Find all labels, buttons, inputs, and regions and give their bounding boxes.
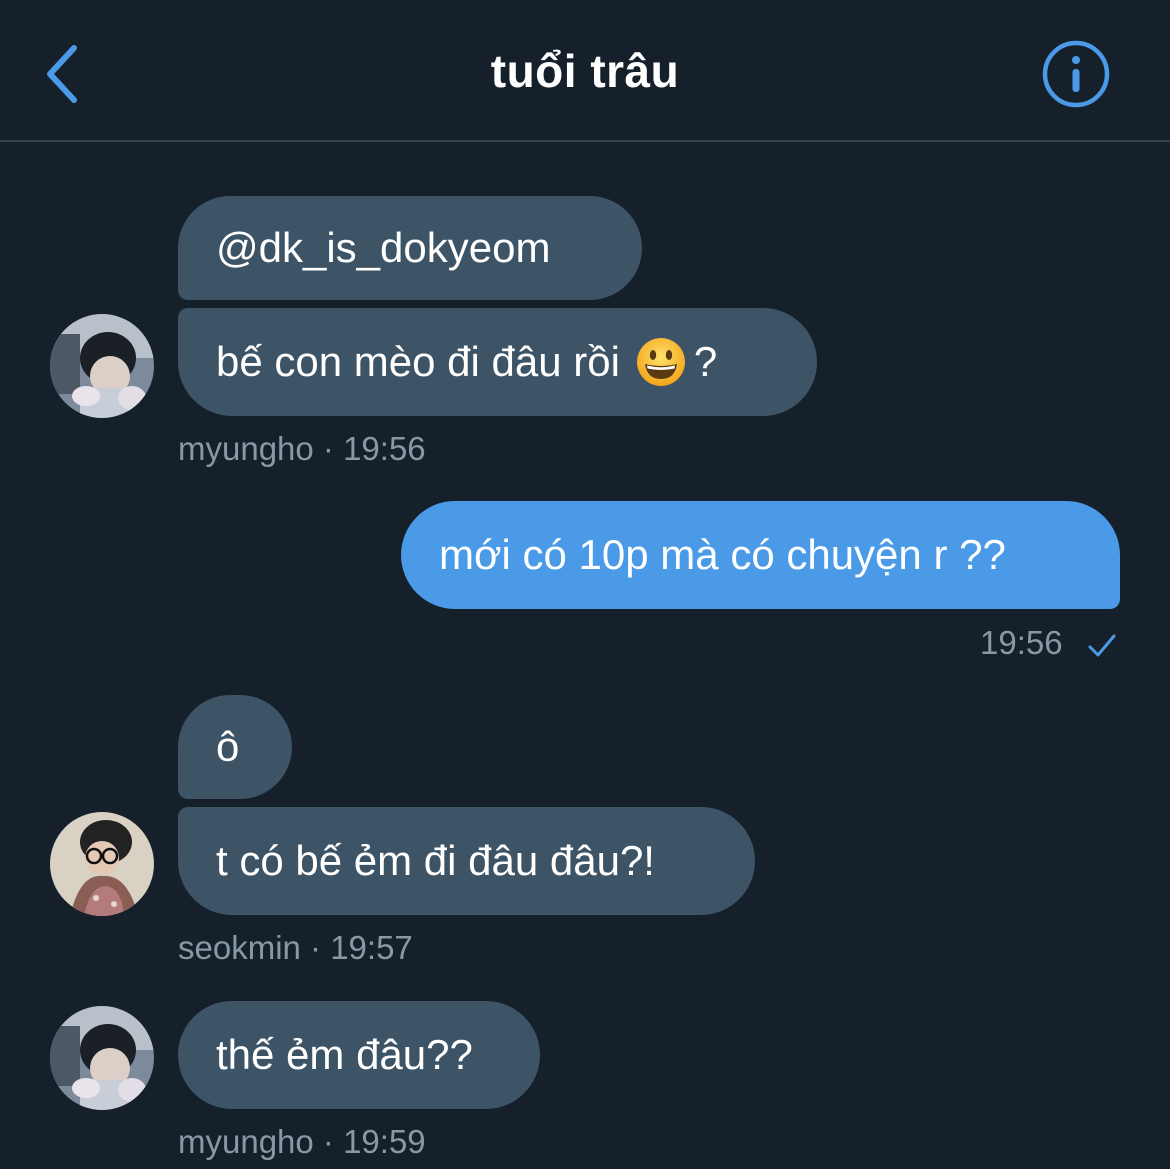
incoming-message-bubble[interactable]: bế con mèo đi đâu rồi ? xyxy=(178,308,817,416)
conversation-info-button[interactable] xyxy=(1040,38,1112,110)
conversation-title: tuổi trâu xyxy=(490,45,680,97)
conversation-header: tuổi trâu xyxy=(0,0,1170,142)
incoming-message-bubble[interactable]: thế ẻm đâu?? xyxy=(178,1001,540,1109)
incoming-message-bubble[interactable]: t có bế ẻm đi đâu đâu?! xyxy=(178,807,755,915)
info-icon xyxy=(1042,40,1110,108)
message-text: t có bế ẻm đi đâu đâu?! xyxy=(216,837,655,884)
message-text: thế ẻm đâu?? xyxy=(216,1031,473,1078)
message-text: mới có 10p mà có chuyện r ?? xyxy=(439,531,1006,578)
message-meta: myungho · 19:59 xyxy=(178,1123,426,1160)
avatar-myungho[interactable] xyxy=(50,314,154,418)
message-meta: 19:56 xyxy=(980,624,1063,662)
avatar-seokmin[interactable] xyxy=(50,812,154,916)
incoming-message-bubble[interactable]: ô xyxy=(178,695,292,799)
grinning-face-emoji xyxy=(636,338,685,386)
message-text: @dk_is_dokyeom xyxy=(216,224,551,271)
checkmark-icon xyxy=(1088,634,1116,657)
avatar-image xyxy=(50,812,154,916)
avatar-image xyxy=(50,314,154,418)
message-meta: seokmin · 19:57 xyxy=(178,929,413,966)
message-meta: myungho · 19:56 xyxy=(178,430,426,467)
outgoing-message-bubble[interactable]: mới có 10p mà có chuyện r ?? xyxy=(401,501,1120,609)
avatar-myungho[interactable] xyxy=(50,1006,154,1110)
message-time: 19:56 xyxy=(980,624,1063,661)
message-text-suffix: ? xyxy=(693,338,718,385)
message-text: bế con mèo đi đâu rồi xyxy=(216,338,620,385)
incoming-message-bubble[interactable]: @dk_is_dokyeom xyxy=(178,196,642,300)
dm-conversation-screen: tuổi trâu @dk_is_dokyeom bế con mèo đi đ… xyxy=(0,0,1170,1169)
message-text: ô xyxy=(216,723,240,770)
avatar-image xyxy=(50,1006,154,1110)
